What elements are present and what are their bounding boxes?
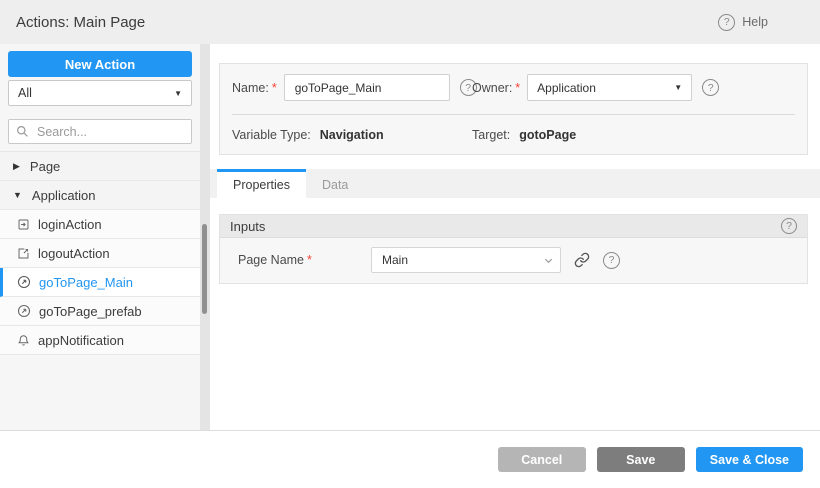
chevron-down-icon: ▼ [174,89,182,98]
target-group: Target: gotoPage [472,128,576,142]
help-circle-icon: ? [718,14,735,31]
form-divider [232,114,795,115]
inputs-section-header: Inputs ? [220,215,807,238]
inputs-section: Inputs ? Page Name * Main [219,214,808,284]
search-box[interactable] [8,119,192,144]
name-owner-row: Name: * ? Owner: * Application ▼ ? [232,74,795,101]
owner-label: Owner: [472,81,512,95]
filter-select[interactable]: All ▼ [8,80,192,106]
required-asterisk: * [515,81,520,95]
page-name-select[interactable]: Main [371,247,561,273]
name-label: Name: [232,81,269,95]
tree-group-page[interactable]: ▶ Page [0,152,200,181]
caret-down-icon: ▼ [13,190,22,200]
help-label: Help [742,15,768,29]
sidebar-scrollbar-thumb[interactable] [202,224,207,314]
detail-tab-bar: Properties Data [210,169,820,198]
actions-tree: ▶ Page ▼ Application loginAction [0,151,200,355]
chevron-down-icon: ▼ [674,83,682,92]
tree-item-gotopage-main[interactable]: goToPage_Main [0,268,200,297]
type-target-row: Variable Type: Navigation Target: gotoPa… [232,128,795,142]
owner-select[interactable]: Application ▼ [527,74,692,101]
required-asterisk: * [272,81,277,95]
page-name-label-group: Page Name * [238,253,371,267]
variable-type-group: Variable Type: Navigation [232,128,472,142]
tab-data[interactable]: Data [306,169,364,198]
tree-item-logout-action[interactable]: logoutAction [0,239,200,268]
page-name-select-value: Main [382,253,408,267]
tree-group-application[interactable]: ▼ Application [0,181,200,210]
tree-group-label: Application [32,188,96,203]
logout-action-icon [17,247,30,260]
dialog-header: Actions: Main Page ? Help [0,0,820,44]
dialog-footer: Cancel Save Save & Close [0,430,820,488]
name-field-group: Name: * ? [232,74,472,101]
caret-right-icon: ▶ [13,161,20,172]
required-asterisk: * [307,253,312,267]
goto-page-icon [17,304,31,318]
dialog-body: New Action All ▼ ▶ Page ▼ [0,44,820,430]
page-name-row: Page Name * Main [220,247,807,273]
target-label: Target: [472,128,510,142]
actions-sidebar: New Action All ▼ ▶ Page ▼ [0,44,200,430]
tree-item-label: logoutAction [38,246,110,261]
tree-item-app-notification[interactable]: appNotification [0,326,200,355]
owner-select-value: Application [537,81,596,95]
search-input[interactable] [35,124,184,140]
tree-item-gotopage-prefab[interactable]: goToPage_prefab [0,297,200,326]
tree-item-login-action[interactable]: loginAction [0,210,200,239]
search-icon [16,125,29,138]
login-action-icon [17,218,30,231]
target-value: gotoPage [519,128,576,142]
goto-page-icon [17,275,31,289]
inputs-section-title: Inputs [230,219,265,234]
inputs-section-body: Page Name * Main [220,238,807,283]
page-title: Actions: Main Page [16,14,145,31]
action-detail-panel: Name: * ? Owner: * Application ▼ ? [210,44,820,430]
page-name-help-icon[interactable]: ? [603,252,620,269]
tree-item-label: appNotification [38,333,124,348]
tree-item-label: loginAction [38,217,102,232]
cancel-button[interactable]: Cancel [498,447,586,472]
save-button[interactable]: Save [597,447,685,472]
inputs-help-icon[interactable]: ? [781,218,797,234]
variable-type-value: Navigation [320,128,384,142]
panel-divider [200,44,210,430]
tree-item-label: goToPage_prefab [39,304,142,319]
help-button[interactable]: ? Help [718,14,768,31]
tree-item-label: goToPage_Main [39,275,133,290]
page-name-label: Page Name [238,253,304,267]
actions-dialog: Actions: Main Page ? Help New Action All… [0,0,820,488]
tab-properties[interactable]: Properties [217,169,306,198]
action-summary-panel: Name: * ? Owner: * Application ▼ ? [219,63,808,155]
filter-select-value: All [18,86,32,100]
name-input[interactable] [284,74,450,101]
chevron-down-icon [543,255,554,266]
owner-help-icon[interactable]: ? [702,79,719,96]
owner-field-group: Owner: * Application ▼ ? [472,74,719,101]
notification-icon [17,334,30,347]
tree-group-label: Page [30,159,60,174]
variable-type-label: Variable Type: [232,128,311,142]
bind-variable-link-icon[interactable] [574,252,590,268]
new-action-button[interactable]: New Action [8,51,192,77]
save-and-close-button[interactable]: Save & Close [696,447,803,472]
